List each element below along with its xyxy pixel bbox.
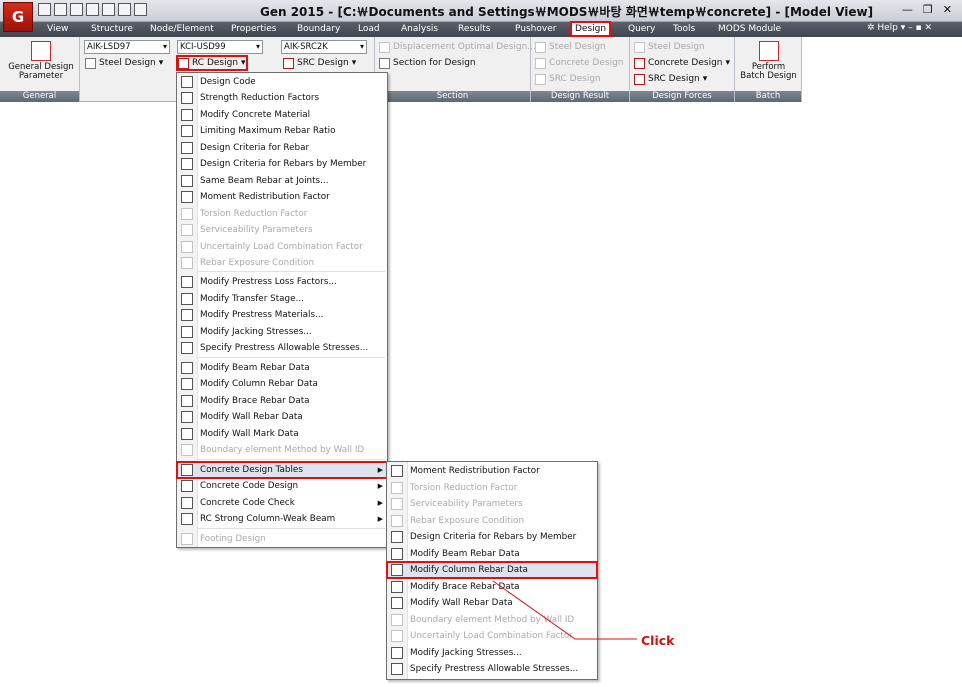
click-annotation-line	[492, 580, 637, 640]
app-logo[interactable]: G	[3, 2, 33, 32]
click-annotation: Click	[641, 633, 675, 648]
